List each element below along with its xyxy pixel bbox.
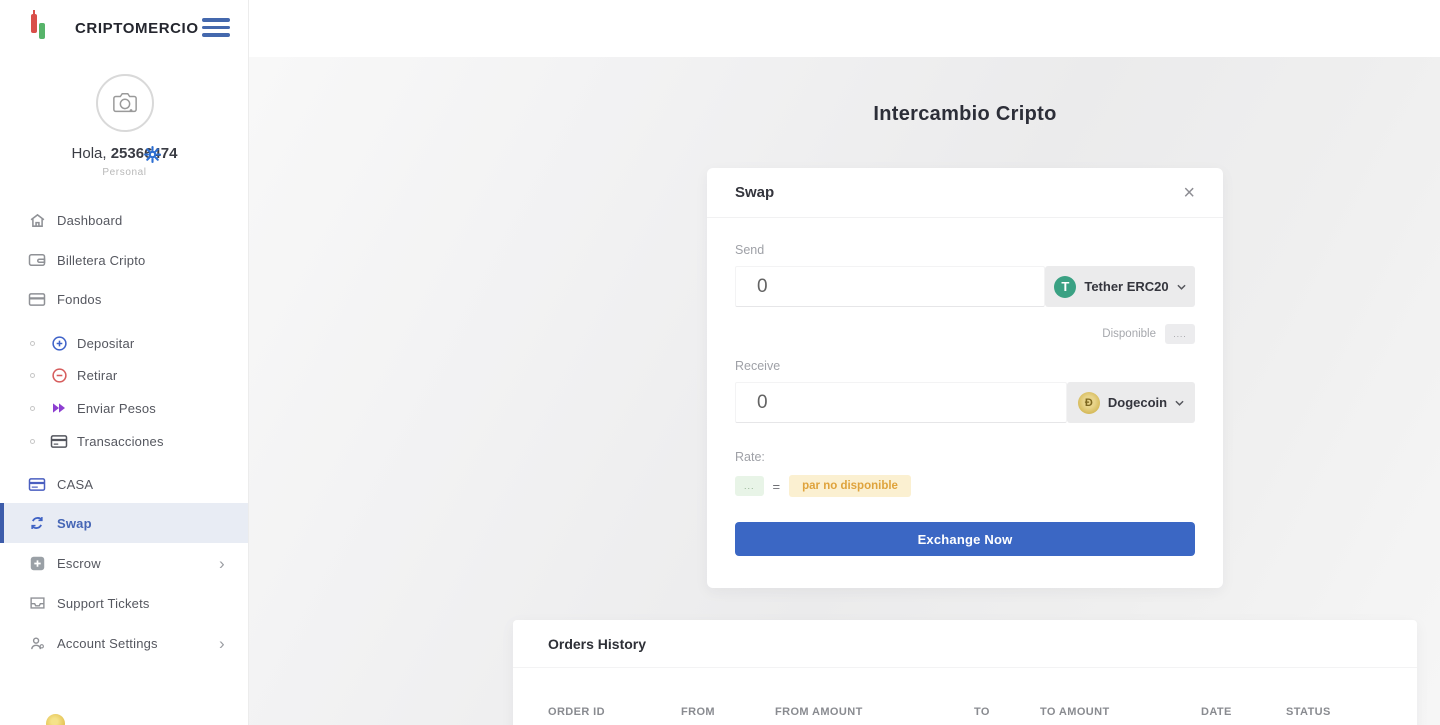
orders-history-title: Orders History xyxy=(548,636,646,652)
inbox-icon xyxy=(28,594,46,612)
column-header-order-id: ORDER ID xyxy=(548,706,605,718)
brand-logo-icon xyxy=(31,14,47,42)
transactions-card-icon xyxy=(50,432,68,450)
send-row: T Tether ERC20 xyxy=(735,266,1195,307)
profile-block: Hola, 25366474 Personal xyxy=(0,74,249,178)
bullet-icon xyxy=(30,341,35,346)
gear-icon[interactable] xyxy=(144,146,161,163)
chevron-down-icon xyxy=(1177,284,1186,290)
app-window: CRIPTOMERCIO xyxy=(0,0,1440,725)
sidebar-item-escrow[interactable]: Escrow › xyxy=(0,543,248,583)
camera-icon xyxy=(110,90,140,116)
orders-history-card: Orders History ORDER ID FROM FROM AMOUNT… xyxy=(513,620,1417,725)
square-plus-icon xyxy=(28,554,46,572)
column-header-from-amount: FROM AMOUNT xyxy=(775,706,863,718)
casa-card-icon xyxy=(28,475,46,493)
brand-name: CRIPTOMERCIO xyxy=(75,20,199,37)
bullet-icon xyxy=(30,406,35,411)
swap-card: Swap × Send T Tether ERC20 Disponible ..… xyxy=(707,168,1223,588)
exchange-now-button[interactable]: Exchange Now xyxy=(735,522,1195,556)
swap-card-header: Swap × xyxy=(707,168,1223,218)
minus-circle-icon xyxy=(50,366,68,384)
available-label: Disponible xyxy=(1102,328,1156,340)
fast-forward-icon xyxy=(50,399,68,417)
sidebar-item-billetera-cripto[interactable]: Billetera Cripto xyxy=(0,240,248,280)
sidebar-item-account-settings[interactable]: Account Settings › xyxy=(0,623,248,663)
receive-currency-label: Dogecoin xyxy=(1108,395,1167,410)
sidebar-item-dashboard[interactable]: Dashboard xyxy=(0,200,248,240)
swap-arrows-icon xyxy=(28,514,46,532)
credit-card-icon xyxy=(28,290,46,308)
send-label: Send xyxy=(735,243,1195,257)
rate-value-badge: ... xyxy=(735,476,764,496)
swap-card-title: Swap xyxy=(735,184,774,201)
swap-card-body: Send T Tether ERC20 Disponible .... Rece… xyxy=(707,243,1223,556)
hamburger-menu-icon[interactable] xyxy=(202,18,232,40)
send-amount-input[interactable] xyxy=(735,266,1045,307)
tether-coin-icon: T xyxy=(1054,276,1076,298)
coin-icon xyxy=(46,714,65,725)
sidebar: CRIPTOMERCIO xyxy=(0,0,249,725)
dogecoin-coin-icon: Ð xyxy=(1078,392,1100,414)
brand-row: CRIPTOMERCIO xyxy=(0,0,249,57)
equals-sign: = xyxy=(773,479,781,494)
sidebar-item-support-tickets[interactable]: Support Tickets xyxy=(0,583,248,623)
close-icon[interactable]: × xyxy=(1183,183,1195,203)
receive-label: Receive xyxy=(735,359,1195,373)
bullet-icon xyxy=(30,373,35,378)
chevron-right-icon: › xyxy=(219,635,225,652)
chevron-right-icon: › xyxy=(219,555,225,572)
user-settings-icon xyxy=(28,634,46,652)
rate-unavailable-badge: par no disponible xyxy=(789,475,911,497)
chevron-down-icon xyxy=(1175,400,1184,406)
available-balance-badge: .... xyxy=(1165,324,1195,344)
plus-circle-icon xyxy=(50,334,68,352)
rate-label: Rate: xyxy=(735,450,1195,464)
column-header-to-amount: TO AMOUNT xyxy=(1040,706,1110,718)
page-title: Intercambio Cripto xyxy=(707,103,1223,126)
receive-row: Ð Dogecoin xyxy=(735,382,1195,423)
sidebar-item-fondos[interactable]: Fondos xyxy=(0,279,248,319)
account-type-label: Personal xyxy=(0,167,249,178)
available-row: Disponible .... xyxy=(735,324,1195,344)
home-icon xyxy=(28,211,46,229)
send-currency-dropdown[interactable]: T Tether ERC20 xyxy=(1045,266,1195,307)
wallet-icon xyxy=(28,251,46,269)
user-greeting: Hola, 25366474 xyxy=(0,145,249,162)
column-header-status: STATUS xyxy=(1286,706,1331,718)
sidebar-item-casa[interactable]: CASA xyxy=(0,464,248,504)
column-header-to: TO xyxy=(974,706,990,718)
send-currency-label: Tether ERC20 xyxy=(1084,279,1168,294)
receive-amount-input[interactable] xyxy=(735,382,1067,423)
sidebar-item-transacciones[interactable]: Transacciones xyxy=(0,421,248,461)
sidebar-item-swap[interactable]: Swap xyxy=(0,503,248,543)
bullet-icon xyxy=(30,439,35,444)
rate-row: ... = par no disponible xyxy=(735,475,1195,497)
receive-currency-dropdown[interactable]: Ð Dogecoin xyxy=(1067,382,1195,423)
column-header-from: FROM xyxy=(681,706,715,718)
orders-history-header: Orders History xyxy=(513,620,1417,668)
column-header-date: DATE xyxy=(1201,706,1232,718)
avatar-upload-button[interactable] xyxy=(96,74,154,132)
